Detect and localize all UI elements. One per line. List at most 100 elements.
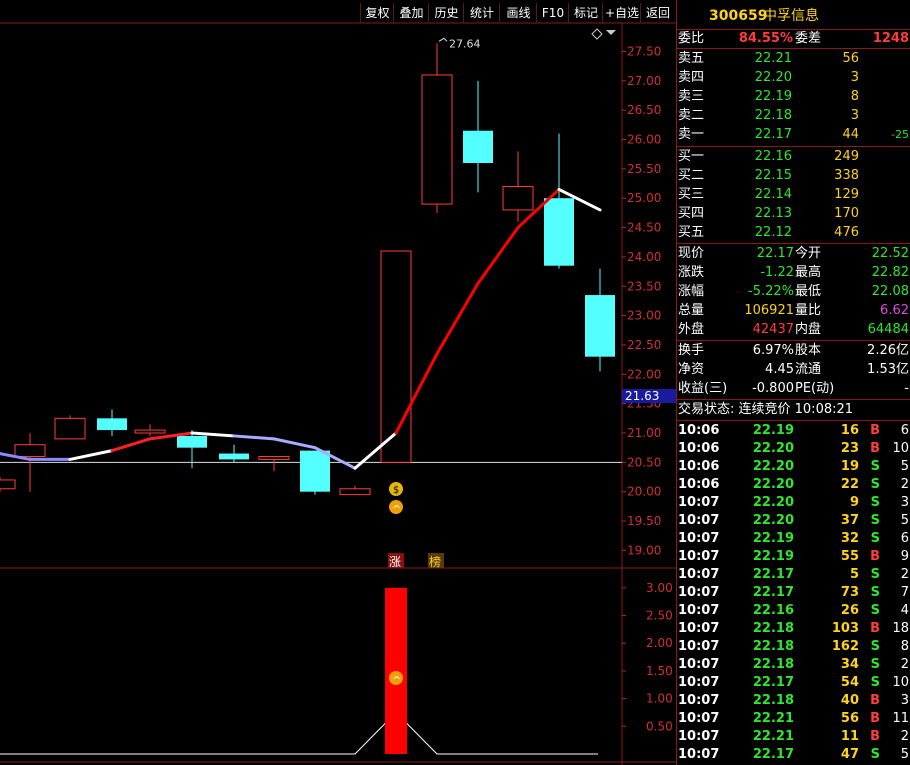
bid-row: 买五 22.12 476 (677, 224, 910, 242)
sub-indicator-bar (385, 587, 407, 754)
tick-price: 22.20 (752, 495, 794, 510)
tick-volume: 9 (849, 495, 859, 510)
candle[interactable] (54, 415, 86, 440)
fundamental-value: 2.26亿 (867, 343, 909, 358)
tick-row[interactable]: 10:07 22.19 55 B 9 (677, 548, 910, 566)
ask-label: 卖二 (678, 108, 705, 123)
tick-volume: 32 (840, 531, 859, 546)
diamond-icon[interactable] (591, 28, 603, 40)
y-tick-label: 27.50 (627, 44, 661, 58)
tick-side: B (870, 729, 880, 744)
y-tick-label: 21.00 (627, 426, 661, 440)
tick-count: 6 (900, 423, 909, 438)
toolbar-button-0[interactable]: 复权 (360, 3, 394, 23)
candle[interactable] (97, 409, 127, 436)
tick-price: 22.21 (752, 729, 794, 744)
tick-count: 18 (892, 621, 909, 636)
candle[interactable] (339, 485, 371, 496)
tick-row[interactable]: 10:07 22.18 40 B 3 (677, 692, 910, 710)
tick-count: 7 (900, 585, 909, 600)
tick-price: 22.17 (752, 747, 794, 762)
tick-row[interactable]: 10:07 22.18 34 S 2 (677, 656, 910, 674)
bid-volume: 170 (834, 206, 859, 221)
tick-price: 22.18 (752, 657, 794, 672)
tick-row[interactable]: 10:07 22.19 32 S 6 (677, 530, 910, 548)
tick-row[interactable]: 10:07 22.21 56 B 11 (677, 710, 910, 728)
toolbar-button-6[interactable]: 标记 (568, 3, 603, 23)
tick-count: 5 (900, 513, 909, 528)
stat-label: 内盘 (795, 322, 822, 337)
candle[interactable] (421, 43, 453, 213)
stat-label: 涨跌 (678, 265, 705, 280)
ask-price: 22.19 (754, 89, 792, 104)
tick-row[interactable]: 10:06 22.20 19 S 5 (677, 458, 910, 476)
high-pointer-icon (438, 37, 448, 42)
tag-bang-label: 榜 (429, 554, 441, 569)
tick-row[interactable]: 10:07 22.17 47 S 5 (677, 746, 910, 764)
toolbar-button-7[interactable]: +自选 (602, 3, 641, 23)
tick-volume: 23 (840, 441, 859, 456)
tick-side: S (870, 459, 880, 474)
stat-label: 外盘 (678, 322, 705, 337)
stat-value: 22.17 (756, 246, 794, 261)
weicha-label: 委差 (795, 31, 822, 46)
tick-price: 22.18 (752, 639, 794, 654)
ma-segment (68, 449, 114, 461)
kline-chart[interactable]: 27.50 27.00 26.50 26.00 25.50 25.00 24.50 24.00… (0, 0, 676, 765)
candle[interactable] (0, 477, 16, 492)
tick-row[interactable]: 10:07 22.20 37 S 5 (677, 512, 910, 530)
toolbar-button-1[interactable]: 叠加 (393, 3, 429, 23)
fundamental-label: PE(动) (795, 381, 835, 396)
candle[interactable] (463, 80, 493, 193)
trade-status-text: 交易状态: 连续竞价 10:08:21 (678, 402, 854, 417)
tick-row[interactable]: 10:07 22.17 5 S 2 (677, 566, 910, 584)
fundamental-row: 净资 4.45 流通 1.53亿 (677, 361, 910, 379)
tick-time: 10:07 (678, 567, 720, 582)
candle[interactable] (300, 450, 330, 495)
bid-label: 买三 (678, 187, 705, 202)
y-tick-label: 23.50 (627, 279, 661, 293)
candle-body (463, 130, 493, 163)
tick-row[interactable]: 10:07 22.20 9 S 3 (677, 494, 910, 512)
ask-label: 卖四 (678, 70, 705, 85)
stat-value: 22.52 (871, 246, 909, 261)
bid-volume: 129 (834, 187, 859, 202)
tick-row[interactable]: 10:07 22.18 162 S 8 (677, 638, 910, 656)
tick-count: 11 (892, 711, 909, 726)
ask-row: 卖四 22.20 3 (677, 69, 910, 87)
candle[interactable] (258, 455, 290, 472)
tick-volume: 55 (840, 549, 859, 564)
toolbar-button-4[interactable]: 画线 (499, 3, 537, 23)
tick-row[interactable]: 10:06 22.19 16 B 6 (677, 422, 910, 440)
toolbar-button-2[interactable]: 历史 (428, 3, 464, 23)
candle[interactable] (134, 424, 166, 436)
collapse-arrow-icon[interactable] (606, 30, 616, 35)
candle[interactable] (502, 151, 534, 222)
ask-label: 卖三 (678, 89, 705, 104)
tick-row[interactable]: 10:06 22.20 22 S 2 (677, 476, 910, 494)
candle[interactable] (219, 444, 249, 463)
weibi-row: 委比 84.55% 委差 1248 (677, 30, 910, 48)
tick-count: 8 (900, 639, 909, 654)
tick-row[interactable]: 10:07 22.18 103 B 18 (677, 620, 910, 638)
toolbar-button-8[interactable]: 返回 (640, 3, 675, 23)
ask-volume: 3 (850, 70, 859, 85)
tick-row[interactable]: 10:07 22.21 11 B 2 (677, 728, 910, 746)
y-tick-label: 20.00 (627, 485, 661, 499)
tick-row[interactable]: 10:07 22.16 26 S 4 (677, 602, 910, 620)
tick-count: 6 (900, 531, 909, 546)
candle-body (14, 444, 46, 457)
fundamental-label: 股本 (795, 343, 822, 358)
toolbar-button-3[interactable]: 统计 (463, 3, 500, 23)
tick-side: B (870, 549, 880, 564)
tick-row[interactable]: 10:07 22.17 54 S 10 (677, 674, 910, 692)
tick-row[interactable]: 10:07 22.17 73 S 7 (677, 584, 910, 602)
bid-price: 22.16 (754, 149, 792, 164)
kline-chart-area[interactable]: 27.50 27.00 26.50 26.00 25.50 25.00 24.50 24.00… (0, 0, 676, 765)
stat-label: 涨幅 (678, 284, 705, 299)
toolbar-button-5[interactable]: F10 (536, 3, 569, 23)
stat-row: 总量 106921 量比 6.62 (677, 302, 910, 320)
bid-price: 22.15 (754, 168, 792, 183)
tick-row[interactable]: 10:06 22.20 23 B 10 (677, 440, 910, 458)
candle[interactable] (585, 268, 615, 372)
